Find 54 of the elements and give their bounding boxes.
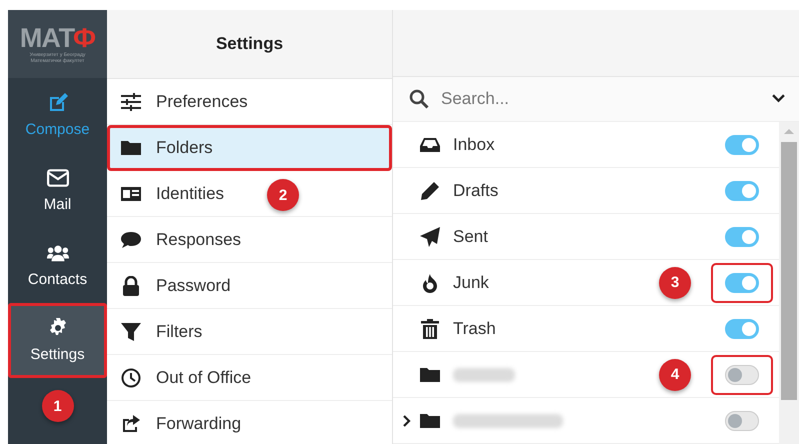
folder-row[interactable]: 4 xyxy=(393,352,779,398)
toggle-switch[interactable] xyxy=(725,180,759,200)
scroll-up-icon[interactable] xyxy=(784,128,794,134)
folder-row[interactable]: Drafts xyxy=(393,168,779,214)
nav-button[interactable]: Mail xyxy=(8,153,107,228)
toggle-switch[interactable] xyxy=(725,364,759,384)
toggle-switch[interactable] xyxy=(725,318,759,338)
settings-item[interactable]: Out of Office xyxy=(107,355,392,401)
toggle-switch[interactable] xyxy=(725,272,759,292)
sliders-icon xyxy=(120,92,142,112)
settings-item[interactable]: Folders xyxy=(107,125,392,171)
blurred-label xyxy=(453,368,515,382)
toggle-switch[interactable] xyxy=(725,134,759,154)
people-icon xyxy=(46,243,68,263)
folder-row[interactable]: Sent xyxy=(393,214,779,260)
logo: МАТФ xyxy=(20,24,96,52)
folder-row[interactable]: Trash xyxy=(393,306,779,352)
settings-item[interactable]: Responses xyxy=(107,217,392,263)
folder-name: Trash xyxy=(453,318,497,338)
funnel-icon xyxy=(120,322,142,342)
plane-icon xyxy=(419,226,441,246)
folder-row[interactable]: Junk 3 xyxy=(393,260,779,306)
pencil-icon xyxy=(419,180,441,200)
settings-item[interactable]: Password xyxy=(107,263,392,309)
folder-name: Junk xyxy=(453,272,490,292)
folder-row[interactable]: Inbox xyxy=(393,122,779,168)
settings-item[interactable]: Forwarding xyxy=(107,401,392,444)
trash-icon xyxy=(419,318,441,338)
callout-badge: 3 xyxy=(659,266,691,298)
callout-badge: 1 xyxy=(42,390,74,422)
clock-icon xyxy=(120,368,142,388)
chevron-down-icon[interactable] xyxy=(772,94,785,104)
nav-button[interactable]: Compose xyxy=(8,78,107,153)
search-icon xyxy=(409,88,429,109)
settings-item[interactable]: Filters xyxy=(107,309,392,355)
lock-icon xyxy=(120,276,142,296)
toggle-switch[interactable] xyxy=(725,410,759,430)
folder-name: Inbox xyxy=(453,134,496,154)
settings-item[interactable]: Identities 2 xyxy=(107,171,392,217)
envelope-icon xyxy=(46,168,68,188)
callout-badge: 4 xyxy=(659,358,691,390)
scrollbar[interactable] xyxy=(779,122,799,444)
search-box[interactable]: Search... xyxy=(393,76,799,122)
folder-name: Drafts xyxy=(453,180,500,200)
panel-title: Settings xyxy=(216,34,284,54)
forward-icon xyxy=(120,414,142,434)
nav-button[interactable]: Contacts xyxy=(8,228,107,303)
nav-button[interactable]: Settings xyxy=(8,303,107,378)
callout-badge: 2 xyxy=(267,179,299,211)
chevron-right-icon[interactable] xyxy=(403,414,411,426)
toggle-switch[interactable] xyxy=(725,226,759,246)
bubble-icon xyxy=(120,230,142,250)
folder-name: Sent xyxy=(453,226,489,246)
search-field[interactable]: Search... xyxy=(439,88,762,110)
